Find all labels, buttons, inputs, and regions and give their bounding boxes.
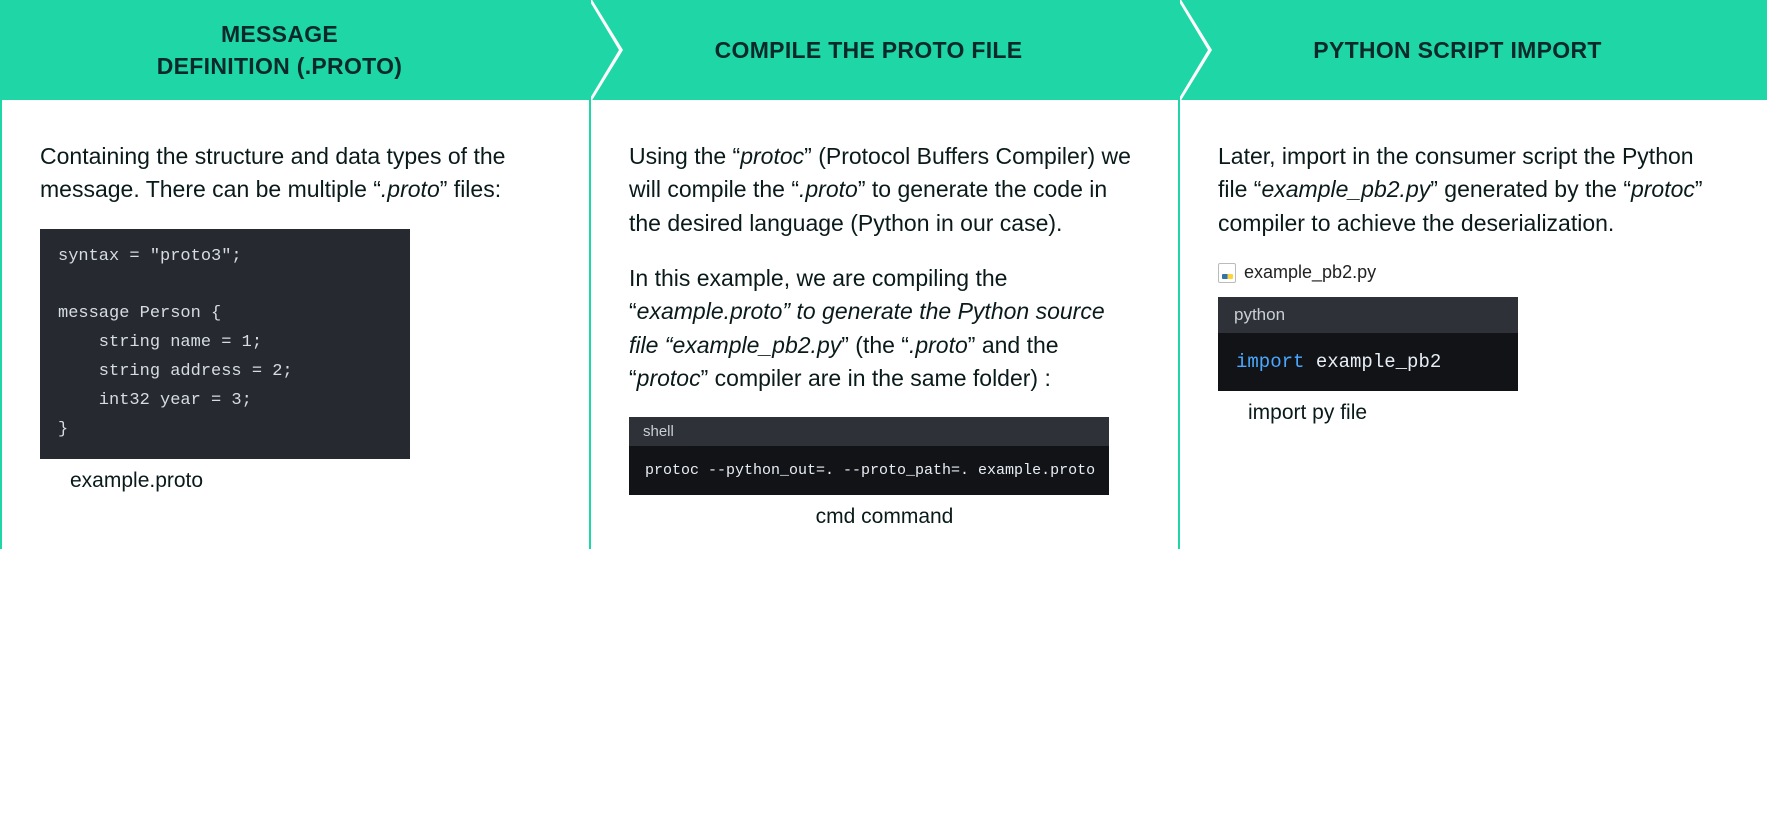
- step-1-header: MESSAGE DEFINITION (.PROTO): [0, 0, 589, 100]
- file-chip: example_pb2.py: [1218, 262, 1729, 283]
- col3-p-em1: example_pb2.py: [1261, 176, 1430, 202]
- proto-code-block: syntax = "proto3"; message Person { stri…: [40, 229, 410, 459]
- col2-p1-em2: .proto: [799, 176, 858, 202]
- col2-p1: Using the “protoc” (Protocol Buffers Com…: [629, 140, 1140, 240]
- col3-p-mid: ” generated by the “: [1430, 176, 1631, 202]
- file-chip-name: example_pb2.py: [1244, 262, 1376, 283]
- col2-p2-mid: ” (the “: [841, 332, 909, 358]
- col2-p2: In this example, we are compiling the “e…: [629, 262, 1140, 395]
- step-3-header: PYTHON SCRIPT IMPORT: [1178, 0, 1767, 100]
- col3-p-em2: protoc: [1631, 176, 1695, 202]
- proto-caption: example.proto: [40, 469, 551, 493]
- python-caption: import py file: [1218, 401, 1729, 425]
- col2-p2-em3: protoc: [637, 365, 701, 391]
- step-2-header: COMPILE THE PROTO FILE: [589, 0, 1178, 100]
- step-3-title: PYTHON SCRIPT IMPORT: [1283, 34, 1661, 66]
- col2-p1-pre: Using the “: [629, 143, 740, 169]
- python-code-body: import example_pb2: [1218, 333, 1518, 391]
- shell-code-body: protoc --python_out=. --proto_path=. exa…: [629, 446, 1109, 495]
- shell-caption: cmd command: [629, 505, 1140, 529]
- columns-row: Containing the structure and data types …: [0, 100, 1767, 549]
- python-file-icon: [1218, 263, 1236, 283]
- col-python-import: Later, import in the consumer script the…: [1178, 100, 1767, 549]
- col-message-definition: Containing the structure and data types …: [0, 100, 589, 549]
- step-arrow-bar: MESSAGE DEFINITION (.PROTO) COMPILE THE …: [0, 0, 1767, 100]
- col2-p2-em2: .proto: [909, 332, 968, 358]
- step-1-title: MESSAGE DEFINITION (.PROTO): [127, 18, 463, 82]
- python-import-keyword: import: [1236, 351, 1304, 373]
- col-compile-proto: Using the “protoc” (Protocol Buffers Com…: [589, 100, 1178, 549]
- step-2-title: COMPILE THE PROTO FILE: [685, 34, 1083, 66]
- col2-p2-post: ” compiler are in the same folder) :: [701, 365, 1051, 391]
- col1-description: Containing the structure and data types …: [40, 140, 551, 207]
- shell-code-card: shell protoc --python_out=. --proto_path…: [629, 417, 1109, 495]
- shell-lang-label: shell: [629, 417, 1109, 446]
- python-lang-label: python: [1218, 297, 1518, 333]
- python-code-card: python import example_pb2: [1218, 297, 1518, 391]
- col1-desc-em: .proto: [381, 176, 440, 202]
- col1-desc-post: ” files:: [440, 176, 501, 202]
- col3-p: Later, import in the consumer script the…: [1218, 140, 1729, 240]
- python-import-module: example_pb2: [1304, 351, 1441, 373]
- col2-p1-em1: protoc: [740, 143, 804, 169]
